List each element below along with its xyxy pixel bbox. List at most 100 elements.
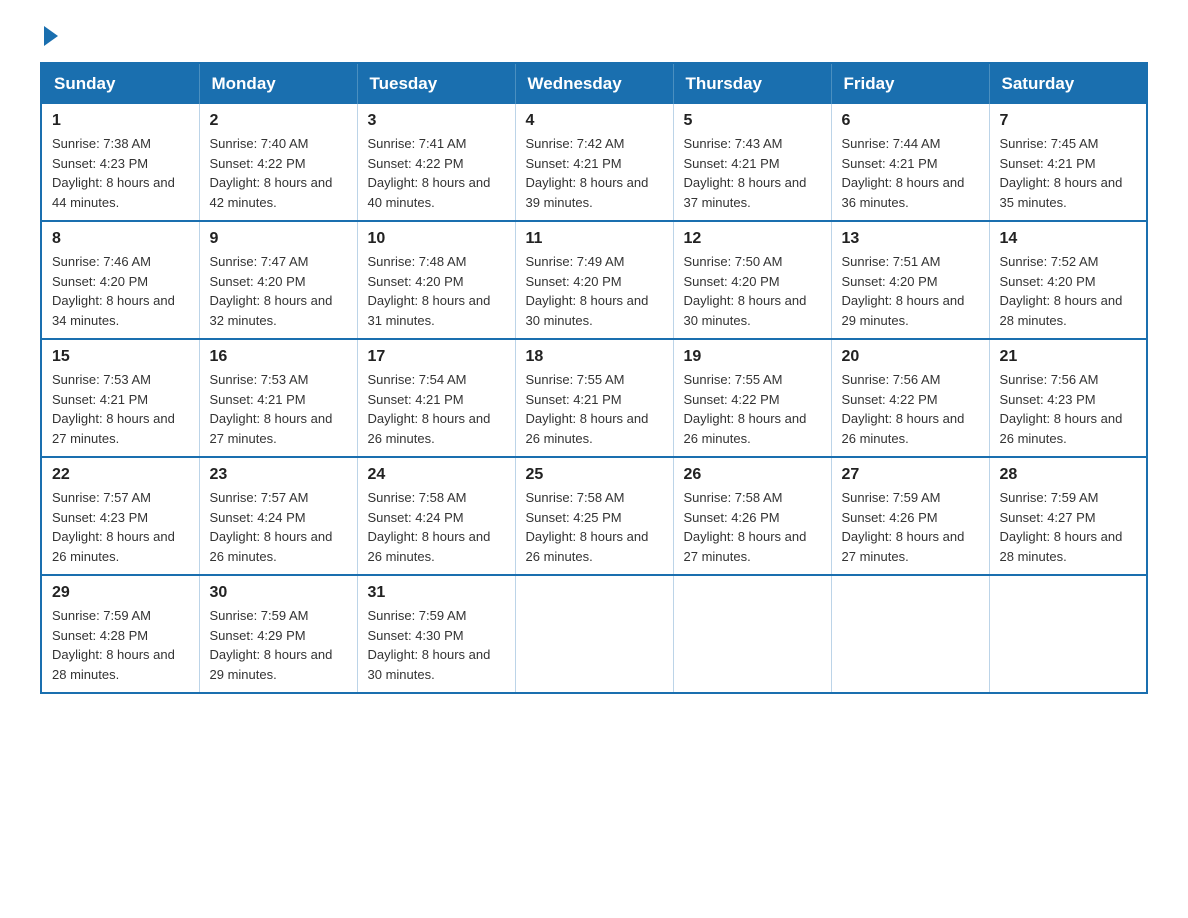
calendar-cell: 26 Sunrise: 7:58 AMSunset: 4:26 PMDaylig… bbox=[673, 457, 831, 575]
day-detail: Sunrise: 7:59 AMSunset: 4:28 PMDaylight:… bbox=[52, 606, 189, 684]
calendar-cell: 5 Sunrise: 7:43 AMSunset: 4:21 PMDayligh… bbox=[673, 104, 831, 221]
day-number: 13 bbox=[842, 230, 979, 248]
page-header bbox=[40, 30, 1148, 42]
day-detail: Sunrise: 7:51 AMSunset: 4:20 PMDaylight:… bbox=[842, 252, 979, 330]
day-number: 16 bbox=[210, 348, 347, 366]
week-row-5: 29 Sunrise: 7:59 AMSunset: 4:28 PMDaylig… bbox=[41, 575, 1147, 693]
day-detail: Sunrise: 7:56 AMSunset: 4:23 PMDaylight:… bbox=[1000, 370, 1137, 448]
day-detail: Sunrise: 7:52 AMSunset: 4:20 PMDaylight:… bbox=[1000, 252, 1137, 330]
day-detail: Sunrise: 7:42 AMSunset: 4:21 PMDaylight:… bbox=[526, 134, 663, 212]
day-detail: Sunrise: 7:44 AMSunset: 4:21 PMDaylight:… bbox=[842, 134, 979, 212]
calendar-cell: 14 Sunrise: 7:52 AMSunset: 4:20 PMDaylig… bbox=[989, 221, 1147, 339]
day-detail: Sunrise: 7:40 AMSunset: 4:22 PMDaylight:… bbox=[210, 134, 347, 212]
header-day-saturday: Saturday bbox=[989, 63, 1147, 104]
calendar-cell: 15 Sunrise: 7:53 AMSunset: 4:21 PMDaylig… bbox=[41, 339, 199, 457]
day-detail: Sunrise: 7:55 AMSunset: 4:22 PMDaylight:… bbox=[684, 370, 821, 448]
day-number: 10 bbox=[368, 230, 505, 248]
day-number: 19 bbox=[684, 348, 821, 366]
calendar-cell: 24 Sunrise: 7:58 AMSunset: 4:24 PMDaylig… bbox=[357, 457, 515, 575]
day-number: 6 bbox=[842, 112, 979, 130]
header-day-wednesday: Wednesday bbox=[515, 63, 673, 104]
day-number: 8 bbox=[52, 230, 189, 248]
calendar-cell: 17 Sunrise: 7:54 AMSunset: 4:21 PMDaylig… bbox=[357, 339, 515, 457]
calendar-cell: 29 Sunrise: 7:59 AMSunset: 4:28 PMDaylig… bbox=[41, 575, 199, 693]
day-detail: Sunrise: 7:53 AMSunset: 4:21 PMDaylight:… bbox=[52, 370, 189, 448]
day-number: 30 bbox=[210, 584, 347, 602]
calendar-cell: 27 Sunrise: 7:59 AMSunset: 4:26 PMDaylig… bbox=[831, 457, 989, 575]
day-number: 5 bbox=[684, 112, 821, 130]
calendar-cell: 18 Sunrise: 7:55 AMSunset: 4:21 PMDaylig… bbox=[515, 339, 673, 457]
calendar-cell: 2 Sunrise: 7:40 AMSunset: 4:22 PMDayligh… bbox=[199, 104, 357, 221]
day-number: 1 bbox=[52, 112, 189, 130]
calendar-cell: 20 Sunrise: 7:56 AMSunset: 4:22 PMDaylig… bbox=[831, 339, 989, 457]
calendar-cell: 28 Sunrise: 7:59 AMSunset: 4:27 PMDaylig… bbox=[989, 457, 1147, 575]
day-detail: Sunrise: 7:48 AMSunset: 4:20 PMDaylight:… bbox=[368, 252, 505, 330]
day-detail: Sunrise: 7:50 AMSunset: 4:20 PMDaylight:… bbox=[684, 252, 821, 330]
day-detail: Sunrise: 7:47 AMSunset: 4:20 PMDaylight:… bbox=[210, 252, 347, 330]
day-detail: Sunrise: 7:49 AMSunset: 4:20 PMDaylight:… bbox=[526, 252, 663, 330]
day-number: 29 bbox=[52, 584, 189, 602]
calendar-cell: 19 Sunrise: 7:55 AMSunset: 4:22 PMDaylig… bbox=[673, 339, 831, 457]
week-row-3: 15 Sunrise: 7:53 AMSunset: 4:21 PMDaylig… bbox=[41, 339, 1147, 457]
calendar-header: SundayMondayTuesdayWednesdayThursdayFrid… bbox=[41, 63, 1147, 104]
day-number: 11 bbox=[526, 230, 663, 248]
day-number: 22 bbox=[52, 466, 189, 484]
day-number: 14 bbox=[1000, 230, 1137, 248]
calendar-cell: 1 Sunrise: 7:38 AMSunset: 4:23 PMDayligh… bbox=[41, 104, 199, 221]
day-detail: Sunrise: 7:59 AMSunset: 4:30 PMDaylight:… bbox=[368, 606, 505, 684]
header-day-friday: Friday bbox=[831, 63, 989, 104]
day-number: 25 bbox=[526, 466, 663, 484]
day-detail: Sunrise: 7:54 AMSunset: 4:21 PMDaylight:… bbox=[368, 370, 505, 448]
day-detail: Sunrise: 7:56 AMSunset: 4:22 PMDaylight:… bbox=[842, 370, 979, 448]
calendar-cell: 25 Sunrise: 7:58 AMSunset: 4:25 PMDaylig… bbox=[515, 457, 673, 575]
day-number: 24 bbox=[368, 466, 505, 484]
day-number: 28 bbox=[1000, 466, 1137, 484]
calendar-cell: 9 Sunrise: 7:47 AMSunset: 4:20 PMDayligh… bbox=[199, 221, 357, 339]
calendar-cell bbox=[515, 575, 673, 693]
day-detail: Sunrise: 7:55 AMSunset: 4:21 PMDaylight:… bbox=[526, 370, 663, 448]
calendar-cell: 31 Sunrise: 7:59 AMSunset: 4:30 PMDaylig… bbox=[357, 575, 515, 693]
calendar-cell: 10 Sunrise: 7:48 AMSunset: 4:20 PMDaylig… bbox=[357, 221, 515, 339]
calendar-cell: 11 Sunrise: 7:49 AMSunset: 4:20 PMDaylig… bbox=[515, 221, 673, 339]
logo bbox=[40, 30, 58, 42]
day-number: 17 bbox=[368, 348, 505, 366]
header-day-thursday: Thursday bbox=[673, 63, 831, 104]
calendar-cell: 23 Sunrise: 7:57 AMSunset: 4:24 PMDaylig… bbox=[199, 457, 357, 575]
day-detail: Sunrise: 7:59 AMSunset: 4:26 PMDaylight:… bbox=[842, 488, 979, 566]
day-detail: Sunrise: 7:57 AMSunset: 4:24 PMDaylight:… bbox=[210, 488, 347, 566]
day-detail: Sunrise: 7:59 AMSunset: 4:29 PMDaylight:… bbox=[210, 606, 347, 684]
calendar-cell: 8 Sunrise: 7:46 AMSunset: 4:20 PMDayligh… bbox=[41, 221, 199, 339]
week-row-4: 22 Sunrise: 7:57 AMSunset: 4:23 PMDaylig… bbox=[41, 457, 1147, 575]
header-day-monday: Monday bbox=[199, 63, 357, 104]
calendar-table: SundayMondayTuesdayWednesdayThursdayFrid… bbox=[40, 62, 1148, 694]
day-detail: Sunrise: 7:38 AMSunset: 4:23 PMDaylight:… bbox=[52, 134, 189, 212]
day-detail: Sunrise: 7:45 AMSunset: 4:21 PMDaylight:… bbox=[1000, 134, 1137, 212]
day-detail: Sunrise: 7:53 AMSunset: 4:21 PMDaylight:… bbox=[210, 370, 347, 448]
header-day-sunday: Sunday bbox=[41, 63, 199, 104]
day-detail: Sunrise: 7:41 AMSunset: 4:22 PMDaylight:… bbox=[368, 134, 505, 212]
calendar-cell bbox=[673, 575, 831, 693]
calendar-cell bbox=[831, 575, 989, 693]
day-detail: Sunrise: 7:58 AMSunset: 4:25 PMDaylight:… bbox=[526, 488, 663, 566]
day-detail: Sunrise: 7:57 AMSunset: 4:23 PMDaylight:… bbox=[52, 488, 189, 566]
day-number: 20 bbox=[842, 348, 979, 366]
week-row-1: 1 Sunrise: 7:38 AMSunset: 4:23 PMDayligh… bbox=[41, 104, 1147, 221]
day-detail: Sunrise: 7:59 AMSunset: 4:27 PMDaylight:… bbox=[1000, 488, 1137, 566]
calendar-body: 1 Sunrise: 7:38 AMSunset: 4:23 PMDayligh… bbox=[41, 104, 1147, 693]
day-detail: Sunrise: 7:43 AMSunset: 4:21 PMDaylight:… bbox=[684, 134, 821, 212]
calendar-cell: 7 Sunrise: 7:45 AMSunset: 4:21 PMDayligh… bbox=[989, 104, 1147, 221]
header-day-tuesday: Tuesday bbox=[357, 63, 515, 104]
day-number: 2 bbox=[210, 112, 347, 130]
day-number: 12 bbox=[684, 230, 821, 248]
header-row: SundayMondayTuesdayWednesdayThursdayFrid… bbox=[41, 63, 1147, 104]
day-number: 3 bbox=[368, 112, 505, 130]
calendar-cell: 3 Sunrise: 7:41 AMSunset: 4:22 PMDayligh… bbox=[357, 104, 515, 221]
day-number: 4 bbox=[526, 112, 663, 130]
calendar-cell: 13 Sunrise: 7:51 AMSunset: 4:20 PMDaylig… bbox=[831, 221, 989, 339]
day-detail: Sunrise: 7:58 AMSunset: 4:26 PMDaylight:… bbox=[684, 488, 821, 566]
day-number: 18 bbox=[526, 348, 663, 366]
day-number: 9 bbox=[210, 230, 347, 248]
day-number: 27 bbox=[842, 466, 979, 484]
logo-arrow-icon bbox=[44, 26, 58, 46]
calendar-cell bbox=[989, 575, 1147, 693]
